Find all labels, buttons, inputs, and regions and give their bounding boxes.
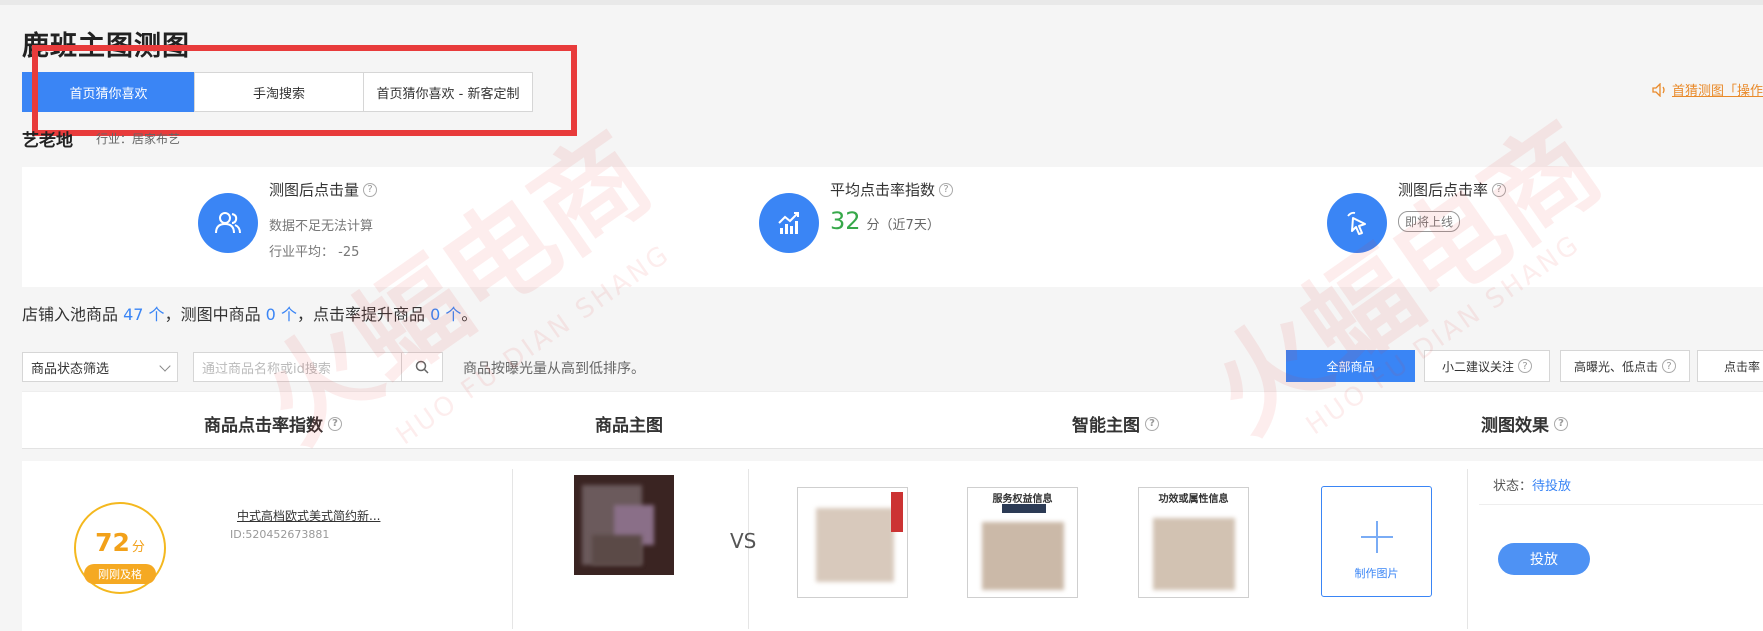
header-ctr-index: 商品点击率指数 ? bbox=[204, 411, 342, 436]
ctr-score-value: 72 分 bbox=[95, 528, 145, 557]
stat-avg-ctr-number: 32 bbox=[830, 207, 861, 235]
column-divider bbox=[512, 469, 513, 629]
shop-name: 艺老地 bbox=[22, 131, 73, 151]
stat-clicks-title: 测图后点击量 ? bbox=[269, 179, 378, 200]
filter-high-exposure-label: 高曝光、低点击 bbox=[1573, 359, 1658, 374]
stat-clicks-industry-avg: 行业平均： -25 bbox=[269, 245, 360, 260]
summary-testing-count: 0 个 bbox=[265, 305, 297, 324]
status-filter-select[interactable]: 商品状态筛选 bbox=[22, 352, 178, 382]
summary-pool-count: 47 个 bbox=[123, 305, 165, 324]
top-divider bbox=[0, 0, 1763, 5]
help-icon[interactable]: ? bbox=[1492, 182, 1507, 197]
help-icon: ? bbox=[1518, 359, 1532, 373]
header-test-effect: 测图效果 ? bbox=[1481, 411, 1568, 436]
filter-high-exposure-low-click[interactable]: 高曝光、低点击 ? bbox=[1560, 350, 1690, 382]
smart-image-thumb-2[interactable]: 服务权益信息 bbox=[967, 487, 1078, 598]
filter-ctr-label: 点击率 bbox=[1724, 359, 1761, 374]
header-smart-image: 智能主图 ? bbox=[1072, 411, 1159, 436]
header-test-effect-text: 测图效果 bbox=[1481, 416, 1549, 436]
stat-clicks-note: 数据不足无法计算 bbox=[269, 219, 374, 234]
speaker-icon bbox=[1652, 82, 1665, 97]
product-search-input[interactable]: 通过商品名称或id搜索 bbox=[193, 352, 402, 382]
smart-image-thumb-1[interactable] bbox=[797, 487, 908, 598]
annotation-highlight-box bbox=[32, 45, 577, 136]
pool-summary: 店铺入池商品 47 个，测图中商品 0 个，点击率提升商品 0 个。 bbox=[22, 301, 477, 325]
column-divider bbox=[1467, 469, 1468, 629]
stat-clicks-title-text: 测图后点击量 bbox=[269, 181, 360, 199]
summary-prefix: 店铺入池商品 bbox=[22, 305, 119, 324]
guide-link[interactable]: 首猜测图「操作 bbox=[1652, 80, 1763, 99]
coming-soon-badge: 即将上线 bbox=[1398, 211, 1461, 232]
stat-ctr-after-title: 测图后点击率 ? bbox=[1398, 179, 1507, 200]
product-main-image bbox=[574, 475, 674, 575]
help-icon[interactable]: ? bbox=[1554, 416, 1568, 431]
trend-chart-icon bbox=[759, 193, 819, 253]
summary-improved-count: 0 个 bbox=[430, 305, 462, 324]
help-icon[interactable]: ? bbox=[363, 182, 378, 197]
search-button[interactable] bbox=[401, 352, 443, 382]
stat-ctr-after-title-text: 测图后点击率 bbox=[1398, 181, 1489, 199]
header-smart-image-text: 智能主图 bbox=[1072, 416, 1140, 436]
table-row: 72 分 刚刚及格 中式高档欧式美式简约新... ID:520452673881 … bbox=[22, 461, 1763, 631]
summary-mid1: ，测图中商品 bbox=[164, 305, 261, 324]
stats-panel: 测图后点击量 ? 数据不足无法计算 行业平均： -25 平均点击率指数 ? 32… bbox=[22, 167, 1763, 287]
score-level-badge: 刚刚及格 bbox=[84, 564, 156, 584]
status-divider bbox=[1479, 504, 1763, 505]
filter-ctr[interactable]: 点击率 bbox=[1697, 350, 1763, 382]
product-id: ID:520452673881 bbox=[230, 528, 330, 541]
status-filter-value: 商品状态筛选 bbox=[31, 361, 110, 377]
header-main-image-text: 商品主图 bbox=[595, 416, 663, 436]
thumb-tag bbox=[891, 492, 903, 532]
make-image-button[interactable]: 制作图片 bbox=[1321, 486, 1432, 597]
summary-mid2: ，点击率提升商品 bbox=[296, 305, 425, 324]
status-label: 状态： bbox=[1493, 479, 1533, 494]
filter-all-products[interactable]: 全部商品 bbox=[1286, 350, 1415, 382]
table-header: 商品点击率指数 ? 商品主图 智能主图 ? 测图效果 ? bbox=[22, 391, 1763, 449]
test-status: 状态：待投放 bbox=[1493, 475, 1571, 494]
search-icon bbox=[415, 360, 429, 374]
help-icon[interactable]: ? bbox=[1145, 416, 1159, 431]
thumb-caption: 服务权益信息 bbox=[992, 494, 1053, 505]
summary-suffix: 。 bbox=[461, 305, 478, 324]
header-main-image: 商品主图 bbox=[595, 411, 663, 436]
ctr-score-number: 72 bbox=[95, 527, 130, 557]
header-ctr-index-text: 商品点击率指数 bbox=[204, 416, 323, 436]
stat-avg-ctr-unit: 分（近7天） bbox=[866, 218, 940, 233]
cursor-click-icon bbox=[1327, 193, 1387, 253]
stat-avg-ctr-value: 32 分（近7天） bbox=[830, 207, 940, 235]
shop-industry: 行业：居家布艺 bbox=[96, 132, 181, 146]
filter-suggested-label: 小二建议关注 bbox=[1441, 359, 1514, 374]
stat-avg-ctr-title: 平均点击率指数 ? bbox=[830, 179, 954, 200]
make-image-label: 制作图片 bbox=[1354, 567, 1399, 580]
filter-all-products-label: 全部商品 bbox=[1326, 359, 1375, 374]
filter-suggested[interactable]: 小二建议关注 ? bbox=[1424, 350, 1550, 382]
guide-link-text: 首猜测图「操作 bbox=[1672, 84, 1763, 99]
launch-button[interactable]: 投放 bbox=[1498, 543, 1590, 575]
vs-label: VS bbox=[730, 529, 757, 553]
help-icon[interactable]: ? bbox=[328, 416, 342, 431]
status-value: 待投放 bbox=[1532, 479, 1572, 494]
help-icon[interactable]: ? bbox=[939, 182, 954, 197]
plus-icon-bar bbox=[1361, 536, 1393, 538]
chevron-down-icon bbox=[159, 360, 171, 372]
smart-image-thumb-3[interactable]: 功效或属性信息 bbox=[1138, 487, 1249, 598]
product-title-link[interactable]: 中式高档欧式美式简约新... bbox=[237, 507, 380, 524]
thumb-caption: 功效或属性信息 bbox=[1158, 494, 1229, 505]
ctr-score-unit: 分 bbox=[131, 539, 145, 555]
users-icon bbox=[198, 193, 258, 253]
sort-hint: 商品按曝光量从高到低排序。 bbox=[463, 361, 645, 377]
stat-avg-ctr-title-text: 平均点击率指数 bbox=[830, 181, 936, 199]
thumb-caption-bar bbox=[1002, 504, 1046, 513]
help-icon: ? bbox=[1662, 359, 1676, 373]
